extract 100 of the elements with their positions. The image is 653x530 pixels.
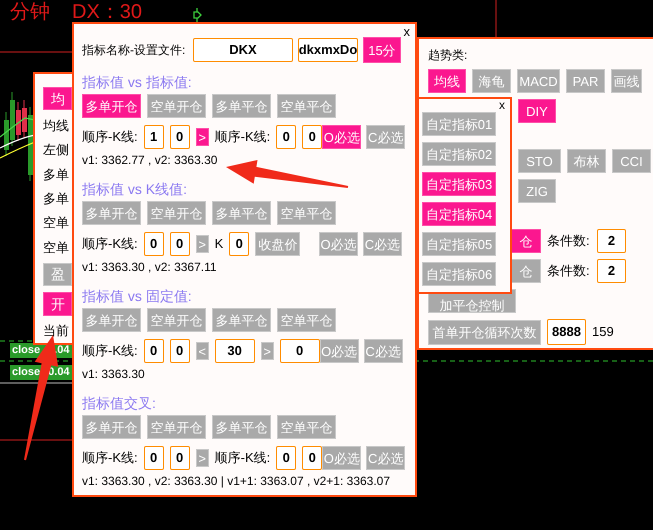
number-field[interactable]: 0 (170, 339, 190, 363)
action-button[interactable]: 多单平仓 (212, 201, 271, 225)
required-toggle[interactable]: C必选 (363, 232, 402, 256)
operator-button[interactable]: > (260, 342, 274, 360)
required-toggle[interactable]: C必选 (366, 125, 406, 149)
loop-count: 159 (592, 323, 614, 342)
section-title: 指标值 vs 指标值: (82, 74, 193, 91)
loop-button[interactable]: 首单开仓循环次数 (428, 320, 541, 344)
action-button[interactable]: 多单开仓 (82, 94, 141, 118)
number-field[interactable]: 0 (144, 446, 164, 470)
condition-field[interactable]: 2 (597, 259, 626, 283)
panel-label: 空单 (43, 214, 69, 232)
input-label: K (214, 235, 224, 254)
action-button[interactable]: 多单开仓 (82, 308, 141, 332)
indicator-button[interactable]: STO (518, 149, 561, 173)
condition-button[interactable]: 仓 (511, 259, 541, 283)
number-field[interactable]: 0 (302, 125, 322, 149)
panel-button[interactable]: 盈 (43, 262, 72, 286)
input-label: 顺序-K线: (214, 449, 270, 468)
custom-indicator-button[interactable]: 自定指标01 (422, 112, 496, 136)
operator-button[interactable]: > (196, 128, 209, 146)
required-toggle[interactable]: O必选 (322, 125, 362, 149)
settings-file-field[interactable]: dkxmxDo (298, 38, 358, 62)
indicator-button[interactable]: 均线 (428, 69, 466, 93)
number-field[interactable]: 0 (144, 339, 164, 363)
action-button[interactable]: 多单平仓 (212, 308, 271, 332)
action-button[interactable]: 多单开仓 (82, 201, 141, 225)
input-label: 顺序-K线: (82, 235, 138, 254)
panel-button[interactable]: 开 (43, 292, 72, 316)
input-label: 顺序-K线: (214, 128, 270, 146)
value-field[interactable]: 30 (214, 339, 255, 363)
value-readout: v1: 3363.30 (82, 368, 146, 381)
required-toggle[interactable]: O必选 (320, 339, 359, 363)
indicator-button[interactable]: DIY (518, 99, 556, 123)
number-field[interactable]: 0 (276, 125, 296, 149)
number-field[interactable]: 1 (144, 125, 164, 149)
action-button[interactable]: 空单平仓 (277, 94, 336, 118)
panel-label: 当前 (43, 322, 69, 340)
panel-label: 多单 (43, 166, 69, 184)
custom-indicator-button[interactable]: 自定指标04 (422, 202, 496, 226)
tag-text: close (12, 367, 40, 378)
indicator-button[interactable]: ZIG (518, 179, 556, 203)
action-button[interactable]: 多单开仓 (82, 415, 141, 439)
close-button[interactable]: x (499, 99, 505, 111)
close-button[interactable]: x (404, 25, 410, 38)
timeframe-button[interactable]: 15分 (363, 37, 401, 63)
number-field[interactable]: 0 (229, 232, 250, 256)
arrow-marker-icon (193, 8, 202, 22)
condition-field[interactable]: 2 (597, 229, 626, 253)
required-toggle[interactable]: C必选 (364, 339, 403, 363)
number-field[interactable]: 0 (170, 446, 190, 470)
number-field[interactable]: 0 (170, 125, 190, 149)
action-button[interactable]: 空单开仓 (147, 415, 206, 439)
number-field[interactable]: 0 (144, 232, 164, 256)
section-title: 指标值 vs 固定值: (82, 288, 193, 305)
timeframe-label: 分钟 (10, 2, 50, 22)
number-field[interactable]: 0 (302, 446, 322, 470)
indicator-button[interactable]: MACD (517, 69, 560, 93)
loop-field[interactable]: 8888 (547, 319, 586, 345)
operator-button[interactable]: < (196, 342, 209, 360)
indicator-label: DX：30 (72, 2, 142, 22)
indicator-button[interactable]: 布林 (567, 149, 606, 173)
custom-indicator-button[interactable]: 自定指标02 (422, 142, 496, 166)
action-button[interactable]: 空单开仓 (147, 308, 206, 332)
section-title: 指标值交叉: (82, 395, 157, 412)
custom-indicator-button[interactable]: 自定指标06 (422, 262, 496, 286)
indicator-button[interactable]: 画线 (611, 69, 642, 93)
panel-button[interactable]: 均 (43, 87, 72, 110)
action-button[interactable]: 空单开仓 (147, 201, 206, 225)
section-title: 指标值 vs K线值: (82, 181, 188, 198)
operator-button[interactable]: > (196, 235, 209, 253)
price-button[interactable]: 收盘价 (255, 232, 300, 256)
action-button[interactable]: 多单平仓 (212, 415, 271, 439)
number-field[interactable]: 0 (276, 446, 296, 470)
indicator-button[interactable]: PAR (566, 69, 605, 93)
operator-button[interactable]: > (196, 449, 209, 467)
required-toggle[interactable]: C必选 (366, 446, 406, 470)
moving-average-line (0, 141, 36, 159)
custom-indicator-button[interactable]: 自定指标03 (422, 172, 496, 196)
indicator-name-field[interactable]: DKX (193, 38, 293, 62)
value-field[interactable]: 0 (280, 339, 320, 363)
indicator-button[interactable]: 海龟 (472, 69, 511, 93)
setting-label: 指标名称-设置文件: (82, 42, 186, 59)
panel-label: 多单 (43, 190, 69, 208)
action-button[interactable]: 空单平仓 (277, 415, 336, 439)
action-button[interactable]: 空单平仓 (277, 201, 336, 225)
action-button[interactable]: 多单平仓 (212, 94, 271, 118)
panel-title: 趋势类: (428, 47, 468, 63)
input-label: 顺序-K线: (82, 128, 138, 146)
input-label: 顺序-K线: (82, 342, 138, 360)
custom-indicator-button[interactable]: 自定指标05 (422, 232, 496, 256)
number-field[interactable]: 0 (170, 232, 190, 256)
required-toggle[interactable]: O必选 (322, 446, 362, 470)
action-button[interactable]: 空单开仓 (147, 94, 206, 118)
required-toggle[interactable]: O必选 (319, 232, 358, 256)
indicator-button[interactable]: CCI (612, 149, 651, 173)
value-readout: v1: 3363.30 , v2: 3363.30 | v1+1: 3363.07 , v2+1: 3363.07 (82, 475, 392, 488)
condition-button[interactable]: 仓 (511, 229, 541, 253)
action-button[interactable]: 空单平仓 (277, 308, 336, 332)
panel-label: 空单 (43, 238, 69, 257)
